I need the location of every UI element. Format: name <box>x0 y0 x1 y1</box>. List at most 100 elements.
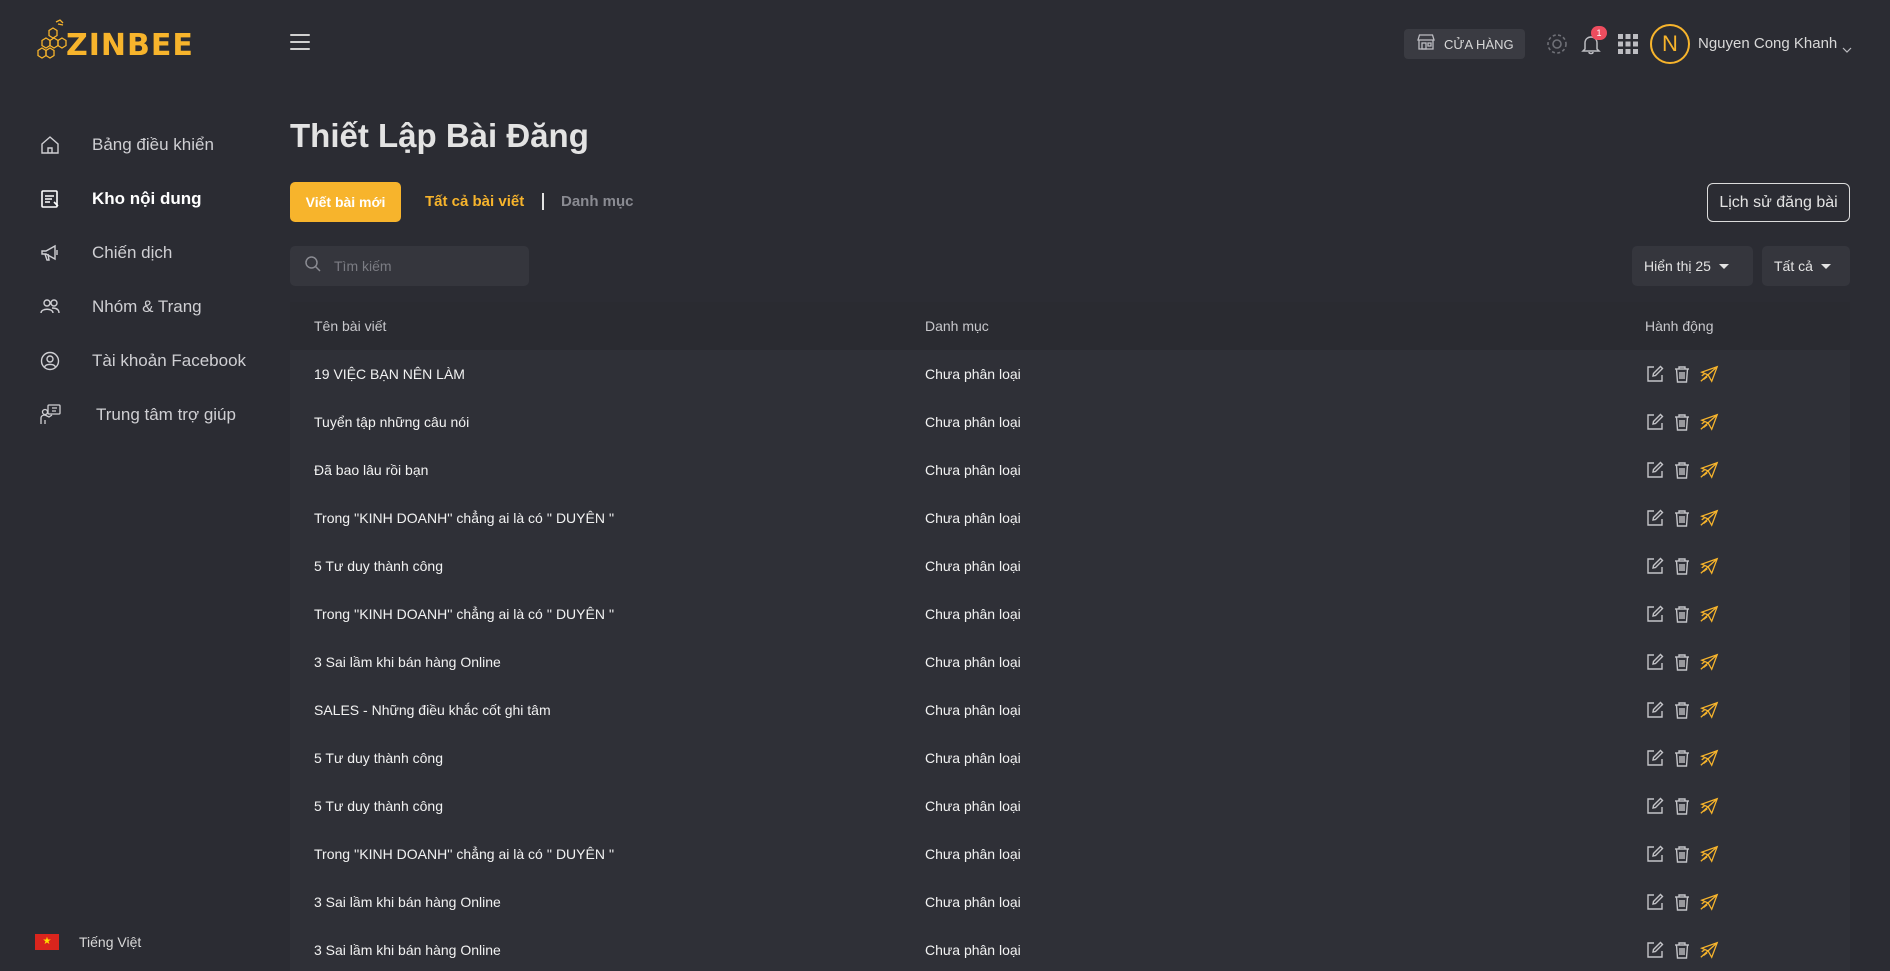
publish-send-icon[interactable] <box>1699 460 1719 480</box>
table-row[interactable]: SALES - Những điều khắc cốt ghi tâm Chưa… <box>290 686 1850 734</box>
post-title[interactable]: 5 Tư duy thành công <box>314 558 443 574</box>
notification-badge: 1 <box>1591 26 1607 40</box>
edit-icon[interactable] <box>1645 604 1665 624</box>
sidebar-item-help-center[interactable]: Trung tâm trợ giúp <box>0 388 270 442</box>
post-title[interactable]: SALES - Những điều khắc cốt ghi tâm <box>314 702 551 718</box>
publish-send-icon[interactable] <box>1699 700 1719 720</box>
table-row[interactable]: Trong ''KINH DOANH'' chẳng ai là có '' D… <box>290 830 1850 878</box>
tab-category[interactable]: Danh mục <box>561 193 634 210</box>
trash-icon[interactable] <box>1672 892 1692 912</box>
trash-icon[interactable] <box>1672 844 1692 864</box>
page-title: Thiết Lập Bài Đăng <box>290 117 589 154</box>
table-row[interactable]: 3 Sai lầm khi bán hàng Online Chưa phân … <box>290 926 1850 971</box>
sidebar-item-campaign[interactable]: Chiến dịch <box>0 226 270 280</box>
apps-grid-icon[interactable] <box>1618 34 1638 59</box>
table-row[interactable]: 5 Tư duy thành công Chưa phân loại <box>290 782 1850 830</box>
trash-icon[interactable] <box>1672 604 1692 624</box>
table-row[interactable]: 5 Tư duy thành công Chưa phân loại <box>290 542 1850 590</box>
publish-send-icon[interactable] <box>1699 412 1719 432</box>
megaphone-icon <box>38 241 62 265</box>
sidebar-item-label: Nhóm & Trang <box>92 297 202 316</box>
user-name[interactable]: Nguyen Cong Khanh <box>1698 35 1837 52</box>
post-title[interactable]: 5 Tư duy thành công <box>314 798 443 814</box>
trash-icon[interactable] <box>1672 748 1692 768</box>
table-row[interactable]: 19 VIỆC BẠN NÊN LÀM Chưa phân loại <box>290 350 1850 398</box>
post-title[interactable]: 5 Tư duy thành công <box>314 750 443 766</box>
trash-icon[interactable] <box>1672 652 1692 672</box>
avatar[interactable]: N <box>1650 24 1690 64</box>
post-title[interactable]: Trong ''KINH DOANH'' chẳng ai là có '' D… <box>314 510 614 526</box>
store-button[interactable]: CỬA HÀNG <box>1404 29 1525 59</box>
publish-send-icon[interactable] <box>1699 844 1719 864</box>
post-category: Chưa phân loại <box>925 510 1021 526</box>
edit-icon[interactable] <box>1645 364 1665 384</box>
menu-toggle-icon[interactable] <box>290 34 310 50</box>
table-row[interactable]: Tuyển tập những câu nói Chưa phân loại <box>290 398 1850 446</box>
post-category: Chưa phân loại <box>925 942 1021 958</box>
table-row[interactable]: 3 Sai lầm khi bán hàng Online Chưa phân … <box>290 638 1850 686</box>
language-selector[interactable]: ★ Tiếng Việt <box>35 934 141 950</box>
edit-icon[interactable] <box>1645 892 1665 912</box>
sidebar-item-dashboard[interactable]: Bảng điều khiển <box>0 118 270 172</box>
trash-icon[interactable] <box>1672 700 1692 720</box>
trash-icon[interactable] <box>1672 556 1692 576</box>
publish-send-icon[interactable] <box>1699 652 1719 672</box>
page-size-dropdown[interactable]: Hiển thị 25 <box>1632 246 1753 286</box>
publish-send-icon[interactable] <box>1699 748 1719 768</box>
post-title[interactable]: 3 Sai lầm khi bán hàng Online <box>314 942 501 958</box>
search-box[interactable] <box>290 246 529 286</box>
sidebar-item-label: Bảng điều khiển <box>92 135 214 154</box>
tab-all-posts[interactable]: Tất cả bài viết <box>425 193 524 210</box>
publish-send-icon[interactable] <box>1699 940 1719 960</box>
edit-icon[interactable] <box>1645 844 1665 864</box>
trash-icon[interactable] <box>1672 796 1692 816</box>
edit-icon[interactable] <box>1645 652 1665 672</box>
edit-icon[interactable] <box>1645 748 1665 768</box>
edit-icon[interactable] <box>1645 940 1665 960</box>
chevron-down-icon[interactable] <box>1842 40 1852 58</box>
edit-icon[interactable] <box>1645 700 1665 720</box>
table-row[interactable]: Đã bao lâu rồi bạn Chưa phân loại <box>290 446 1850 494</box>
post-title[interactable]: Đã bao lâu rồi bạn <box>314 462 428 478</box>
table-row[interactable]: Trong ''KINH DOANH'' chẳng ai là có '' D… <box>290 494 1850 542</box>
publish-send-icon[interactable] <box>1699 556 1719 576</box>
trash-icon[interactable] <box>1672 412 1692 432</box>
post-category: Chưa phân loại <box>925 558 1021 574</box>
edit-icon[interactable] <box>1645 556 1665 576</box>
table-row[interactable]: 5 Tư duy thành công Chưa phân loại <box>290 734 1850 782</box>
publish-send-icon[interactable] <box>1699 604 1719 624</box>
publish-send-icon[interactable] <box>1699 364 1719 384</box>
new-post-button[interactable]: Viết bài mới <box>290 182 401 222</box>
trash-icon[interactable] <box>1672 940 1692 960</box>
search-input[interactable] <box>334 258 514 274</box>
publish-send-icon[interactable] <box>1699 508 1719 528</box>
post-title[interactable]: Trong ''KINH DOANH'' chẳng ai là có '' D… <box>314 846 614 862</box>
loading-spinner-icon[interactable] <box>1545 32 1569 61</box>
edit-icon[interactable] <box>1645 460 1665 480</box>
trash-icon[interactable] <box>1672 508 1692 528</box>
post-history-button[interactable]: Lịch sử đăng bài <box>1707 183 1850 222</box>
edit-icon[interactable] <box>1645 796 1665 816</box>
trash-icon[interactable] <box>1672 364 1692 384</box>
post-title[interactable]: Trong ''KINH DOANH'' chẳng ai là có '' D… <box>314 606 614 622</box>
sidebar-item-content[interactable]: Kho nội dung <box>0 172 270 226</box>
home-icon <box>38 133 62 157</box>
post-title[interactable]: 3 Sai lầm khi bán hàng Online <box>314 894 501 910</box>
table-row[interactable]: Trong ''KINH DOANH'' chẳng ai là có '' D… <box>290 590 1850 638</box>
row-actions <box>1645 604 1719 624</box>
edit-icon[interactable] <box>1645 508 1665 528</box>
publish-send-icon[interactable] <box>1699 796 1719 816</box>
filter-dropdown[interactable]: Tất cả <box>1762 246 1850 286</box>
edit-icon[interactable] <box>1645 412 1665 432</box>
post-title[interactable]: 19 VIỆC BẠN NÊN LÀM <box>314 366 465 382</box>
sidebar-item-facebook-accounts[interactable]: Tài khoản Facebook <box>0 334 270 388</box>
publish-send-icon[interactable] <box>1699 892 1719 912</box>
post-title[interactable]: 3 Sai lầm khi bán hàng Online <box>314 654 501 670</box>
sidebar-item-groups-pages[interactable]: Nhóm & Trang <box>0 280 270 334</box>
zinbee-logo[interactable]: ZINBEE <box>36 18 194 64</box>
table-row[interactable]: 3 Sai lầm khi bán hàng Online Chưa phân … <box>290 878 1850 926</box>
row-actions <box>1645 460 1719 480</box>
row-actions <box>1645 556 1719 576</box>
trash-icon[interactable] <box>1672 460 1692 480</box>
post-title[interactable]: Tuyển tập những câu nói <box>314 414 469 430</box>
